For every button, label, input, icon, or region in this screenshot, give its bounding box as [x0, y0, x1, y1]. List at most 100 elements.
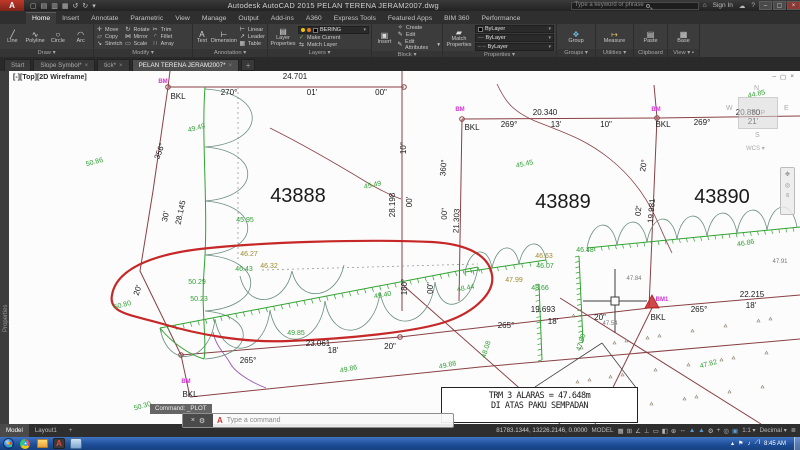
taskbar-clock[interactable]: 8:45 AM: [764, 441, 786, 447]
layer-dropdown[interactable]: BERING▾: [298, 26, 369, 34]
ribbon-tab-add-ins[interactable]: Add-ins: [265, 13, 300, 24]
rotate-button[interactable]: ↻Rotate: [124, 27, 149, 33]
panel-label-utilities[interactable]: Utilities ▾: [596, 49, 633, 57]
sign-in-label[interactable]: Sign In: [713, 2, 733, 9]
panel-label-groups[interactable]: Groups ▾: [557, 49, 595, 57]
osnap-icon[interactable]: ⊕: [671, 427, 676, 435]
group-button[interactable]: ❖Group: [565, 25, 588, 49]
ribbon-tab-express-tools[interactable]: Express Tools: [328, 13, 382, 24]
new-layout-button[interactable]: +: [63, 424, 79, 437]
lineweight-icon[interactable]: ▭: [653, 427, 659, 435]
volume-icon[interactable]: ♪: [747, 441, 750, 447]
linear-button[interactable]: ⊢Linear: [239, 27, 265, 33]
start-button[interactable]: [3, 438, 14, 449]
ribbon-tab-parametric[interactable]: Parametric: [124, 13, 169, 24]
annotation-scale-value[interactable]: 1:1 ▾: [742, 427, 755, 434]
redo-icon[interactable]: ↻: [82, 2, 88, 10]
linetype-dropdown[interactable]: – –ByLayer▾: [475, 43, 554, 51]
undo-icon[interactable]: ↺: [73, 2, 79, 10]
autocad-app-menu-button[interactable]: A: [0, 0, 24, 11]
new-drawing-tab-button[interactable]: +: [241, 59, 255, 71]
help-icon[interactable]: ?: [751, 2, 755, 9]
fillet-button[interactable]: ◜Fillet: [152, 34, 174, 40]
help-search-input[interactable]: Type a keyword or phrase: [571, 2, 699, 10]
text-button[interactable]: AText: [195, 25, 209, 49]
properties-palette-strip[interactable]: Properties: [0, 71, 9, 424]
ribbon-tab-output[interactable]: Output: [232, 13, 264, 24]
trim-button[interactable]: ✂Trim: [152, 27, 174, 33]
copy-button[interactable]: ▱Copy: [96, 34, 122, 40]
grid-icon[interactable]: ▦: [617, 427, 623, 435]
panel-label-layers[interactable]: Layers ▾: [268, 49, 371, 57]
ribbon-tab-insert[interactable]: Insert: [56, 13, 85, 24]
pan-icon[interactable]: ✥: [785, 171, 790, 178]
scale-button[interactable]: ▭Scale: [124, 41, 149, 47]
file-tab-close-icon[interactable]: ×: [119, 63, 123, 69]
lineweight-dropdown[interactable]: —ByLayer▾: [475, 34, 554, 42]
ribbon-tab-annotate[interactable]: Annotate: [85, 13, 124, 24]
save-icon[interactable]: ▥: [51, 2, 58, 10]
array-button[interactable]: ∷Array: [152, 41, 174, 47]
drawing-restore-icon[interactable]: ▢: [780, 73, 786, 81]
command-close-icon[interactable]: ×: [191, 417, 195, 424]
file-tab-slope-symbol-[interactable]: Slope Symbol*×: [33, 59, 95, 71]
close-button[interactable]: ×: [787, 1, 800, 10]
a360-cloud-icon[interactable]: ☁: [739, 2, 746, 10]
units-dropdown[interactable]: Decimal ▾: [760, 427, 787, 434]
plot-icon[interactable]: ▦: [62, 2, 69, 10]
match-layer-button[interactable]: ⇆Match Layer: [298, 42, 369, 48]
drawing-minimize-icon[interactable]: –: [772, 73, 776, 81]
drawing-close-icon[interactable]: ×: [790, 73, 794, 81]
viewport-controls[interactable]: [-][Top][2D Wireframe]: [13, 74, 87, 81]
file-tab-close-icon[interactable]: ×: [85, 63, 89, 69]
panel-label-view[interactable]: View ▾ ▪: [668, 49, 699, 57]
panel-label-annotation[interactable]: Annotation ▾: [193, 49, 267, 57]
ribbon-tab-a360[interactable]: A360: [300, 13, 328, 24]
circle-button[interactable]: ○Circle: [48, 25, 69, 49]
edit-attributes-button[interactable]: ✎Edit Attributes ▾: [397, 39, 440, 51]
ribbon-tab-bim-360[interactable]: BIM 360: [438, 13, 475, 24]
file-tab-tick-[interactable]: tick*×: [97, 59, 129, 71]
command-customize-icon[interactable]: ⚙: [199, 417, 205, 425]
show-desktop-button[interactable]: [794, 437, 800, 450]
model-tab[interactable]: Model: [0, 424, 29, 437]
insert-button[interactable]: ▣Insert: [374, 25, 395, 51]
snap-icon[interactable]: ⊞: [627, 427, 632, 435]
measure-button[interactable]: ↦Measure: [603, 25, 626, 49]
network-icon[interactable]: ⟋l: [754, 440, 760, 447]
panel-label-clipboard[interactable]: Clipboard: [634, 49, 667, 57]
viewcube-east[interactable]: E: [784, 105, 789, 112]
ribbon-tab-manage[interactable]: Manage: [196, 13, 233, 24]
navigation-bar[interactable]: ✥ ◎ ≡: [780, 167, 795, 215]
panel-label-draw[interactable]: Draw ▾: [0, 49, 93, 57]
viewcube-south[interactable]: S: [755, 132, 760, 139]
command-line[interactable]: × ⚙ A Type a command: [182, 413, 454, 428]
dimension-button[interactable]: ⊢Dimension: [211, 25, 237, 49]
polar-icon[interactable]: ∠: [635, 427, 641, 435]
tray-expand-icon[interactable]: ▴: [731, 440, 734, 447]
paste-button[interactable]: ▤Paste: [639, 25, 662, 49]
customization-icon[interactable]: ≣: [791, 427, 796, 434]
viewcube-north[interactable]: N: [754, 85, 759, 92]
table-button[interactable]: ▦Table: [239, 41, 265, 47]
taskbar-folder-button[interactable]: [36, 438, 48, 449]
ribbon-tab-performance[interactable]: Performance: [475, 13, 526, 24]
make-current-button[interactable]: ✓Make Current: [298, 35, 369, 41]
zoom-icon[interactable]: ◎: [785, 182, 790, 189]
layer-properties-button[interactable]: ▤Layer Properties: [270, 25, 296, 49]
restore-button[interactable]: ▢: [773, 1, 786, 10]
line-button[interactable]: ╱Line: [2, 25, 23, 49]
tracking-icon[interactable]: ↔: [679, 427, 686, 435]
mirror-button[interactable]: ⋈Mirror: [124, 34, 149, 40]
layout1-tab[interactable]: Layout1: [29, 424, 63, 437]
workspace-gear-icon[interactable]: ⚙: [708, 427, 714, 435]
command-line-grip[interactable]: × ⚙: [183, 414, 213, 427]
isolate-icon[interactable]: ◎: [723, 427, 729, 435]
file-tab-start[interactable]: Start: [4, 59, 31, 71]
exchange-icon[interactable]: ⌂: [703, 2, 707, 9]
file-tab-close-icon[interactable]: ×: [229, 63, 233, 69]
new-icon[interactable]: ▢: [30, 2, 37, 10]
taskbar-chrome-button[interactable]: [19, 438, 31, 449]
drawing-canvas[interactable]: 24.701270°01'00"BKL356°28.14530'20'10°28…: [0, 71, 800, 424]
polyline-button[interactable]: ∿Polyline: [25, 25, 46, 49]
